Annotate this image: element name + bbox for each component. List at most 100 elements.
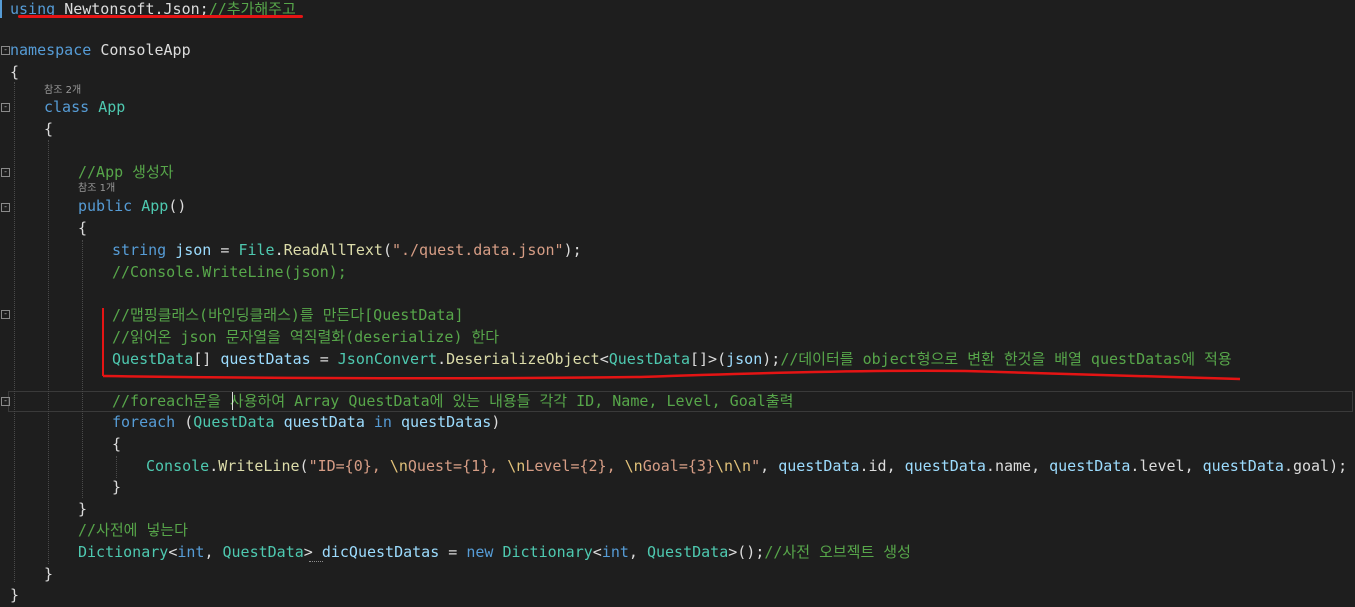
indent-guide-foreach: [116, 456, 117, 478]
type-questdata: QuestData: [112, 350, 194, 368]
string-literal: Level={2},: [525, 457, 625, 475]
brace-open: {: [112, 435, 122, 453]
code-line-comment[interactable]: //읽어온 json 문자열을 역직렬화(deserialize) 한다: [112, 326, 499, 348]
argument-property: name: [994, 457, 1032, 475]
fold-icon[interactable]: -: [1, 168, 10, 177]
fold-icon[interactable]: -: [1, 397, 10, 406]
fold-icon[interactable]: -: [1, 203, 10, 212]
variable-questdata: questData: [283, 413, 365, 431]
generic-open: <: [592, 543, 602, 561]
fold-icon[interactable]: -: [1, 103, 10, 112]
comment: //foreach문을: [112, 392, 230, 410]
brace-open: {: [44, 120, 54, 138]
code-line-comment[interactable]: //사전에 넣는다: [78, 519, 188, 541]
paren-close: );: [762, 350, 781, 368]
indent-guide-ctor: [82, 240, 83, 498]
keyword-foreach: foreach: [112, 413, 176, 431]
code-line-brace[interactable]: {: [10, 61, 19, 83]
brace-close: }: [44, 565, 54, 583]
method-writeline: WriteLine: [218, 457, 300, 475]
array-brackets: []: [193, 350, 221, 368]
string-literal: Goal={3}: [642, 457, 715, 475]
type-jsonconvert: JsonConvert: [337, 350, 438, 368]
comment: //Console.WriteLine(json);: [112, 263, 347, 281]
constructor-name: App: [141, 197, 169, 215]
code-line-comment[interactable]: //Console.WriteLine(json);: [112, 261, 347, 283]
paren-open: (: [382, 241, 392, 259]
argument-property: level: [1139, 457, 1185, 475]
generic-close: []>(: [690, 350, 727, 368]
brace-close: }: [10, 586, 20, 604]
variable-json: json: [175, 241, 212, 259]
brace-close: }: [112, 478, 122, 496]
namespace-identifier: ConsoleApp: [100, 41, 191, 59]
type-console: Console: [146, 457, 210, 475]
dot: .: [274, 241, 284, 259]
unused-variable-hint: [309, 561, 323, 562]
code-line-brace[interactable]: {: [78, 217, 87, 239]
code-line-deserialize[interactable]: QuestData[] questDatas = JsonConvert.Des…: [112, 348, 1232, 370]
change-marker: [0, 0, 2, 18]
code-line-brace[interactable]: {: [44, 118, 53, 140]
code-line-foreach[interactable]: foreach (QuestData questData in questDat…: [112, 411, 500, 433]
type-file: File: [238, 241, 275, 259]
code-editor[interactable]: - - - - - - using Newtonsoft.Json;//추가해주…: [0, 0, 1355, 607]
fold-icon[interactable]: -: [1, 310, 10, 319]
code-line-brace[interactable]: }: [44, 563, 53, 585]
parens: (): [168, 197, 187, 215]
operator: =: [439, 543, 467, 561]
code-line-brace[interactable]: }: [112, 476, 121, 498]
code-line-writeline[interactable]: Console.WriteLine("ID={0}, \nQuest={1}, …: [146, 455, 1347, 477]
paren-open: (: [175, 413, 194, 431]
method-deserializeobject: DeserializeObject: [446, 350, 600, 368]
comment: //사전 오브젝트 생성: [764, 543, 911, 561]
brace-close: }: [78, 500, 88, 518]
escape-sequence: \n: [624, 457, 643, 475]
brace-open: {: [78, 219, 88, 237]
escape-sequence: \n: [507, 457, 526, 475]
argument-object: questData: [1049, 457, 1131, 475]
code-line-namespace[interactable]: namespace ConsoleApp: [10, 39, 191, 61]
code-line-comment[interactable]: //App 생성자: [78, 161, 174, 183]
argument-object: questData: [778, 457, 860, 475]
code-line-comment[interactable]: //맵핑클래스(바인딩클래스)를 만든다[QuestData]: [112, 304, 464, 326]
argument-property: goal: [1292, 457, 1330, 475]
brace-open: {: [10, 63, 20, 81]
indent-guide-namespace: [14, 82, 15, 582]
dot: .: [209, 457, 219, 475]
dot: .: [437, 350, 447, 368]
keyword-int: int: [601, 543, 629, 561]
code-line-comment[interactable]: //foreach문을 사용하여 Array QuestData에 있는 내용들…: [112, 390, 793, 412]
comment: //맵핑클래스(바인딩클래스)를 만든다[QuestData]: [112, 306, 464, 324]
annotation-underline-using: [18, 15, 303, 18]
keyword-class: class: [44, 98, 90, 116]
keyword-new: new: [466, 543, 494, 561]
code-line-ctor[interactable]: public App(): [78, 195, 186, 217]
comma: ,: [204, 543, 223, 561]
type-dictionary: Dictionary: [502, 543, 593, 561]
argument-property: id: [868, 457, 887, 475]
comment: //사전에 넣는다: [78, 521, 188, 539]
comment: //데이터를 object형으로 변환 한것을 배열 questDatas에 적…: [780, 350, 1232, 368]
fold-icon[interactable]: -: [1, 46, 10, 55]
keyword-in: in: [373, 413, 392, 431]
argument-object: questData: [904, 457, 986, 475]
text-cursor: [232, 392, 233, 410]
code-line-brace[interactable]: }: [78, 498, 87, 520]
code-line-brace[interactable]: }: [10, 584, 19, 606]
code-line-read-json[interactable]: string json = File.ReadAllText("./quest.…: [112, 239, 582, 261]
codelens-references[interactable]: 참조 1개: [78, 182, 115, 196]
code-line-brace[interactable]: {: [112, 433, 121, 455]
type-questdata: QuestData: [193, 413, 275, 431]
code-line-class[interactable]: class App: [44, 96, 125, 118]
keyword-int: int: [177, 543, 205, 561]
class-name: App: [98, 98, 126, 116]
operator: =: [310, 350, 338, 368]
method-readalltext: ReadAllText: [283, 241, 383, 259]
type-questdata: QuestData: [222, 543, 304, 561]
string-literal: Quest={1},: [407, 457, 508, 475]
generic-open: <: [599, 350, 609, 368]
code-line-dictionary[interactable]: Dictionary<int, QuestData> dicQuestDatas…: [78, 541, 911, 563]
type-argument: QuestData: [608, 350, 690, 368]
variable-questdatas: questDatas: [220, 350, 311, 368]
